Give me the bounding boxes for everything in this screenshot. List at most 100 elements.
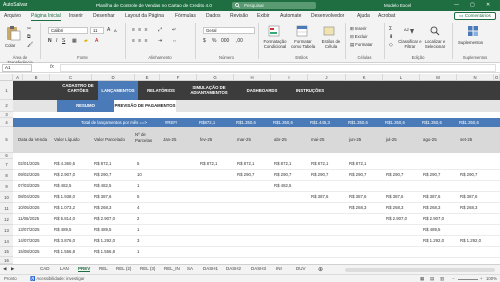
- zoom-level[interactable]: 100%: [486, 276, 497, 281]
- row-header[interactable]: 15: [0, 247, 13, 257]
- sheet-tab[interactable]: DUV: [296, 266, 306, 271]
- format-table-label[interactable]: Formatar como Tabela: [290, 39, 316, 49]
- sheet-tab[interactable]: REL (2): [116, 266, 131, 271]
- cell-month-value[interactable]: R$ 872,1: [274, 161, 291, 166]
- cell-styles-label[interactable]: Estilos de Célula: [318, 39, 344, 49]
- cell-num-parcelas[interactable]: 3: [137, 238, 139, 243]
- cell-valor-liquido[interactable]: R$ 5.814,0: [54, 216, 75, 221]
- conditional-format-label[interactable]: Formatação Condicional: [261, 39, 289, 49]
- formula-input[interactable]: [60, 64, 496, 72]
- cell-month-value[interactable]: R$ 387,6: [460, 194, 477, 199]
- cell-month-value[interactable]: R$ 1.292,0: [423, 238, 444, 243]
- border-icon[interactable]: ▦: [72, 38, 77, 44]
- align-top-icon[interactable]: ≡ ≡ ≡: [132, 27, 149, 33]
- sheet-tab[interactable]: REL (3): [140, 266, 155, 271]
- cell-month-value[interactable]: R$ 2.907,0: [423, 216, 444, 221]
- cell-month-value[interactable]: R$ 268,3: [460, 205, 477, 210]
- column-header[interactable]: O: [494, 74, 500, 81]
- cell-valor-liquido[interactable]: R$ 3.876,0: [54, 238, 75, 243]
- sheet-tab[interactable]: REL: [99, 266, 108, 271]
- cell-num-parcelas[interactable]: 1: [137, 183, 139, 188]
- cell-styles-icon[interactable]: [323, 25, 335, 37]
- select-all-corner[interactable]: [0, 74, 13, 81]
- paste-label[interactable]: Colar: [5, 43, 15, 48]
- menu-item-automate[interactable]: Automate: [280, 13, 301, 19]
- cell-valor-parcelado[interactable]: R$ 268,3: [94, 205, 111, 210]
- cell-data-venda[interactable]: 07/03/2025: [18, 183, 40, 188]
- font-name-dropdown[interactable]: Calibri: [48, 27, 88, 34]
- format-painter-icon[interactable]: 🖌: [27, 42, 33, 48]
- cell-valor-parcelado[interactable]: R$ 387,6: [94, 194, 111, 199]
- italic-icon[interactable]: I: [56, 38, 57, 44]
- cell-num-parcelas[interactable]: 10: [137, 172, 142, 177]
- bold-icon[interactable]: N: [48, 38, 52, 44]
- row-header[interactable]: 11: [0, 203, 13, 214]
- cell-num-parcelas[interactable]: 1: [137, 249, 139, 254]
- normal-view-icon[interactable]: ▦: [420, 276, 424, 282]
- sort-filter-label[interactable]: Classificar e Filtrar: [398, 39, 422, 49]
- column-header[interactable]: M: [420, 74, 457, 81]
- column-header[interactable]: N: [457, 74, 494, 81]
- cell-month-value[interactable]: R$ 290,7: [423, 172, 440, 177]
- cell-month-value[interactable]: R$ 290,7: [349, 172, 366, 177]
- sheet-tab[interactable]: INI: [276, 266, 282, 271]
- column-header[interactable]: I: [271, 74, 308, 81]
- cell-month-value[interactable]: R$ 290,7: [274, 172, 291, 177]
- cell-valor-parcelado[interactable]: R$ 489,5: [94, 227, 111, 232]
- sheet-tab[interactable]: CAD: [40, 266, 50, 271]
- zoom-in-icon[interactable]: +: [480, 276, 483, 281]
- column-header[interactable]: D: [92, 74, 135, 81]
- zoom-slider[interactable]: [458, 279, 478, 280]
- cell-month-value[interactable]: R$ 482,5: [274, 183, 291, 188]
- nav-item-relatorios[interactable]: RELATÓRIOS: [141, 88, 181, 93]
- find-select-label[interactable]: Localizar e Selecionar: [422, 39, 448, 49]
- find-select-icon[interactable]: [430, 26, 440, 36]
- comments-button[interactable]: ▭ Comentários: [454, 12, 496, 20]
- cell-month-value[interactable]: R$ 872,1: [349, 161, 366, 166]
- cell-month-value[interactable]: R$ 387,6: [349, 194, 366, 199]
- shrink-font-icon[interactable]: A: [114, 28, 117, 33]
- nav-item-simulacao[interactable]: SIMULAÇÃO DE ADIANTAMENTOS: [181, 85, 237, 95]
- cell-data-venda[interactable]: 10/05/2025: [18, 205, 40, 210]
- menu-item-layout[interactable]: Layout da Página: [125, 13, 164, 19]
- horizontal-scrollbar[interactable]: [345, 268, 495, 272]
- cell-data-venda[interactable]: 13/07/2025: [18, 227, 40, 232]
- row-header[interactable]: 12: [0, 214, 13, 225]
- addins-icon[interactable]: [467, 25, 479, 37]
- cell-data-venda[interactable]: 09/02/2025: [18, 172, 40, 177]
- menu-item-revisao[interactable]: Revisão: [230, 13, 248, 19]
- underline-icon[interactable]: S: [62, 38, 65, 44]
- cell-month-value[interactable]: R$ 1.292,0: [460, 238, 481, 243]
- column-header[interactable]: H: [234, 74, 271, 81]
- cell-valor-liquido[interactable]: R$ 1.073,2: [54, 205, 75, 210]
- paste-icon[interactable]: [5, 25, 21, 41]
- cell-valor-liquido[interactable]: R$ 489,5: [54, 227, 71, 232]
- autosave-toggle[interactable]: AutoSalvar: [3, 2, 27, 8]
- cell-data-venda[interactable]: 14/07/2025: [18, 238, 40, 243]
- row-header[interactable]: 9: [0, 181, 13, 192]
- menu-item-dados[interactable]: Dados: [206, 13, 220, 19]
- addins-label[interactable]: Suplementos: [458, 40, 483, 45]
- wrap-text-icon[interactable]: ↵: [172, 27, 176, 33]
- row-header[interactable]: 16: [0, 257, 13, 264]
- column-header[interactable]: E: [135, 74, 160, 81]
- cell-num-parcelas[interactable]: 1: [137, 227, 139, 232]
- column-header[interactable]: K: [346, 74, 383, 81]
- row-header[interactable]: 14: [0, 236, 13, 247]
- subnav-resumo[interactable]: RESUMO: [57, 100, 114, 112]
- clear-icon[interactable]: ◇: [389, 42, 393, 48]
- cell-month-value[interactable]: R$ 872,1: [237, 161, 254, 166]
- cell-valor-liquido[interactable]: R$ 482,5: [54, 183, 71, 188]
- column-header[interactable]: A: [13, 74, 23, 81]
- minimize-icon[interactable]: —: [454, 2, 459, 8]
- row-header[interactable]: 13: [0, 225, 13, 236]
- sheet-tab-active[interactable]: PREV: [78, 266, 91, 272]
- nav-item-cadastro[interactable]: CADASTRO DE CARTÕES: [58, 83, 98, 93]
- fill-icon[interactable]: ⬇: [389, 34, 393, 40]
- format-cells-button[interactable]: ▤ Formatar: [350, 42, 373, 48]
- conditional-format-icon[interactable]: [268, 25, 280, 37]
- page-layout-icon[interactable]: ▤: [430, 276, 434, 282]
- cell-data-venda[interactable]: 08/04/2025: [18, 194, 40, 199]
- sheet-tab[interactable]: SA: [187, 266, 193, 271]
- column-header[interactable]: G: [197, 74, 234, 81]
